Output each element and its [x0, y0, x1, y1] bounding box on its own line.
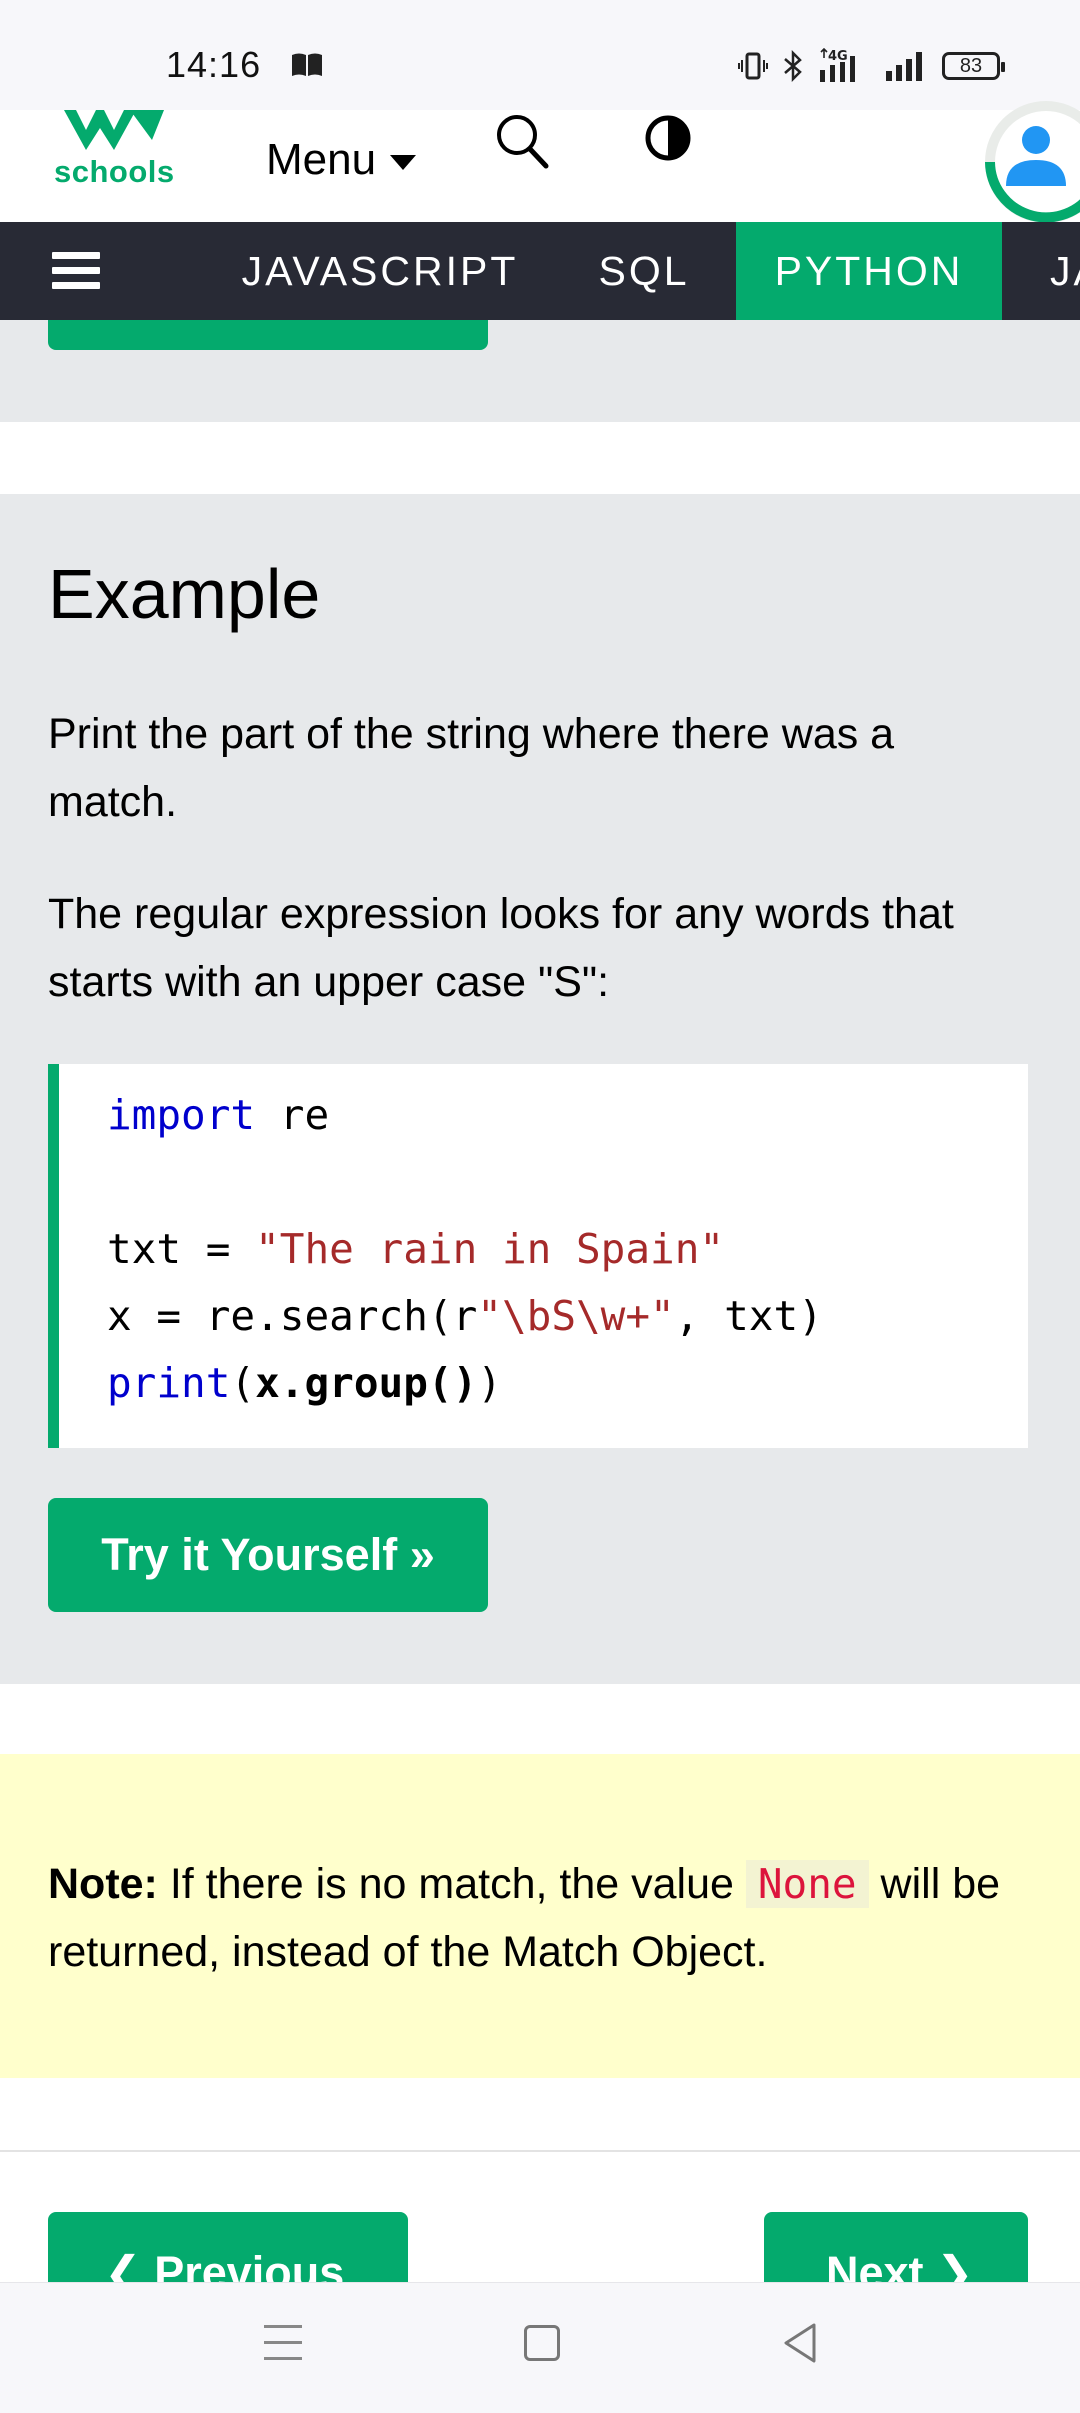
menu-button[interactable]: Menu — [266, 110, 417, 210]
note-text: Note: If there is no match, the value No… — [48, 1850, 1038, 1986]
battery-icon: 83 — [942, 52, 1005, 80]
inline-code-none: None — [745, 1860, 869, 1908]
bluetooth-icon — [784, 50, 802, 82]
back-icon[interactable] — [780, 2321, 820, 2365]
svg-text:4G: 4G — [828, 49, 848, 64]
logo-mark-icon — [64, 110, 164, 150]
user-avatar-icon[interactable] — [966, 96, 1080, 226]
logo-text: schools — [54, 154, 175, 189]
caret-down-icon — [390, 154, 417, 170]
code-block: import re txt = "The rain in Spain" x = … — [48, 1064, 1028, 1448]
try-it-yourself-button[interactable]: Try it Yourself » — [48, 1498, 488, 1612]
hamburger-menu-icon[interactable] — [52, 252, 100, 290]
nav-item-python-active[interactable]: PYTHON — [736, 222, 1002, 320]
example-title: Example — [48, 555, 321, 633]
status-icons: 4G 83 — [738, 48, 1005, 84]
system-navigation-bar — [0, 2282, 1080, 2413]
nav-item-javascript[interactable]: JAVASCRIPT — [234, 222, 526, 320]
code-paren-open: ( — [230, 1359, 256, 1407]
previous-example-panel — [0, 320, 1080, 422]
previous-try-it-button[interactable] — [48, 320, 488, 350]
note-label: Note: — [48, 1860, 158, 1908]
status-time: 14:16 — [166, 44, 262, 85]
code-import-rest: re — [255, 1091, 330, 1139]
code-paren-close: ) — [477, 1359, 502, 1407]
example-panel: Example Print the part of the string whe… — [0, 494, 1080, 1684]
signal-icon — [886, 52, 922, 81]
vibrate-icon — [738, 52, 768, 80]
nav-item-java-partial[interactable]: JA — [1038, 222, 1080, 320]
next-page-button[interactable]: Next ❯ — [764, 2212, 1028, 2282]
home-icon[interactable] — [524, 2325, 560, 2361]
code-txt-assign: txt = — [107, 1225, 256, 1273]
code-text: import re txt = "The rain in Spain" x = … — [107, 1082, 823, 1417]
w3schools-logo[interactable]: schools — [52, 110, 174, 196]
previous-page-button[interactable]: ❮ Previous — [48, 2212, 408, 2282]
code-search-args: , txt) — [674, 1292, 823, 1340]
code-regex-literal: "\bS\w+" — [477, 1292, 675, 1340]
contrast-icon[interactable] — [644, 114, 692, 162]
search-icon[interactable] — [494, 112, 550, 170]
code-string-literal: "The rain in Spain" — [255, 1225, 725, 1273]
book-icon — [292, 53, 322, 76]
next-label: Next ❯ — [826, 2247, 974, 2282]
section-divider — [0, 2150, 1080, 2152]
status-bar: 14:16 4G 83 — [0, 0, 1080, 110]
code-group-call: x.group() — [255, 1359, 478, 1407]
site-header: schools Menu — [0, 101, 1080, 223]
signal-4g-icon: 4G — [820, 48, 855, 82]
recent-apps-icon[interactable] — [264, 2325, 302, 2361]
menu-label: Menu — [266, 135, 377, 184]
note-text-before: If there is no match, the value — [157, 1860, 746, 1908]
example-description-2: The regular expression looks for any wor… — [48, 890, 954, 1006]
nav-item-sql[interactable]: SQL — [574, 222, 714, 320]
note-panel: Note: If there is no match, the value No… — [0, 1754, 1080, 2078]
code-keyword-print: print — [107, 1359, 231, 1407]
previous-label: ❮ Previous — [104, 2247, 345, 2282]
example-description-1: Print the part of the string where there… — [48, 710, 895, 826]
battery-level: 83 — [959, 54, 983, 77]
topic-navbar: JAVASCRIPT SQL PYTHON JA — [0, 222, 1080, 320]
code-keyword-import: import — [107, 1091, 256, 1139]
code-search-call: x = re.search(r — [107, 1292, 478, 1340]
